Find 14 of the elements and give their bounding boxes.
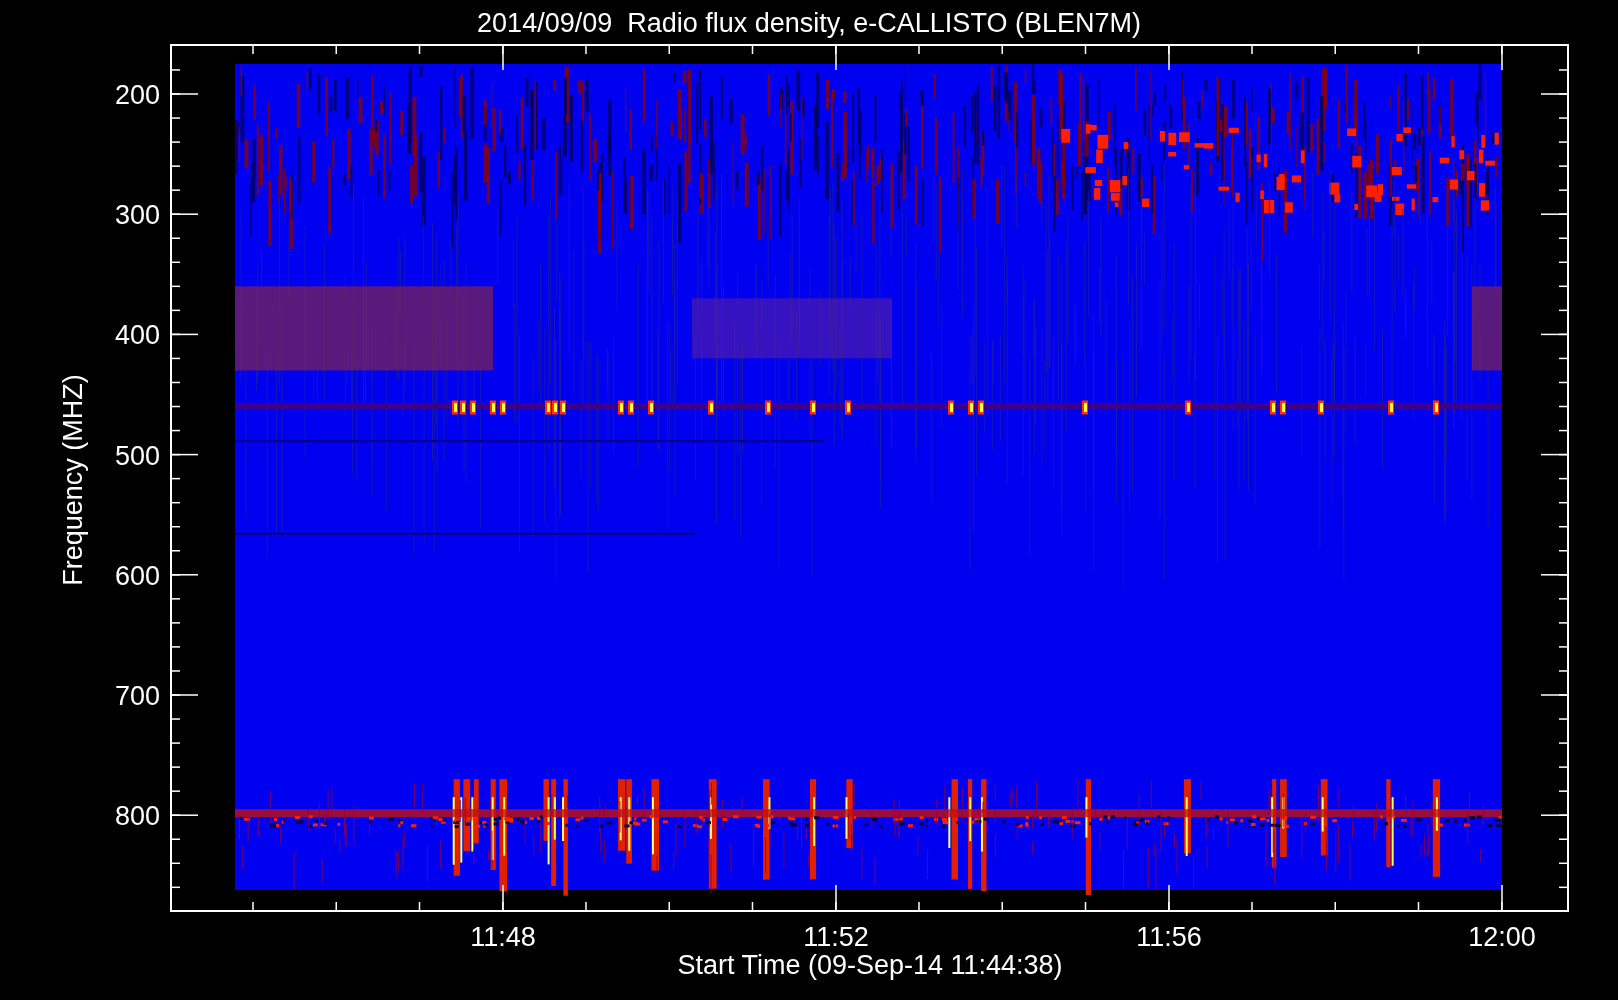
y-tick-label: 600 [114, 560, 160, 591]
x-tick-label: 11:48 [470, 922, 536, 952]
y-tick-label: 500 [114, 440, 160, 471]
x-tick-label: 12:00 [1468, 922, 1536, 952]
y-tick-label: 700 [114, 681, 160, 711]
x-tick-label: 11:56 [1136, 922, 1202, 952]
y-tick-label: 400 [114, 320, 160, 351]
y-axis-label: Frequency (MHZ) [58, 374, 88, 586]
y-tick-label: 800 [114, 801, 160, 832]
x-axis-label: Start Time (09-Sep-14 11:44:38) [677, 950, 1063, 980]
y-tick-label: 200 [114, 80, 160, 110]
y-tick-label: 300 [114, 200, 160, 231]
x-tick-label: 11:52 [803, 922, 869, 952]
chart-title: 2014/09/09 Radio flux density, e-CALLISTO (BLEN7M) [477, 8, 1141, 38]
